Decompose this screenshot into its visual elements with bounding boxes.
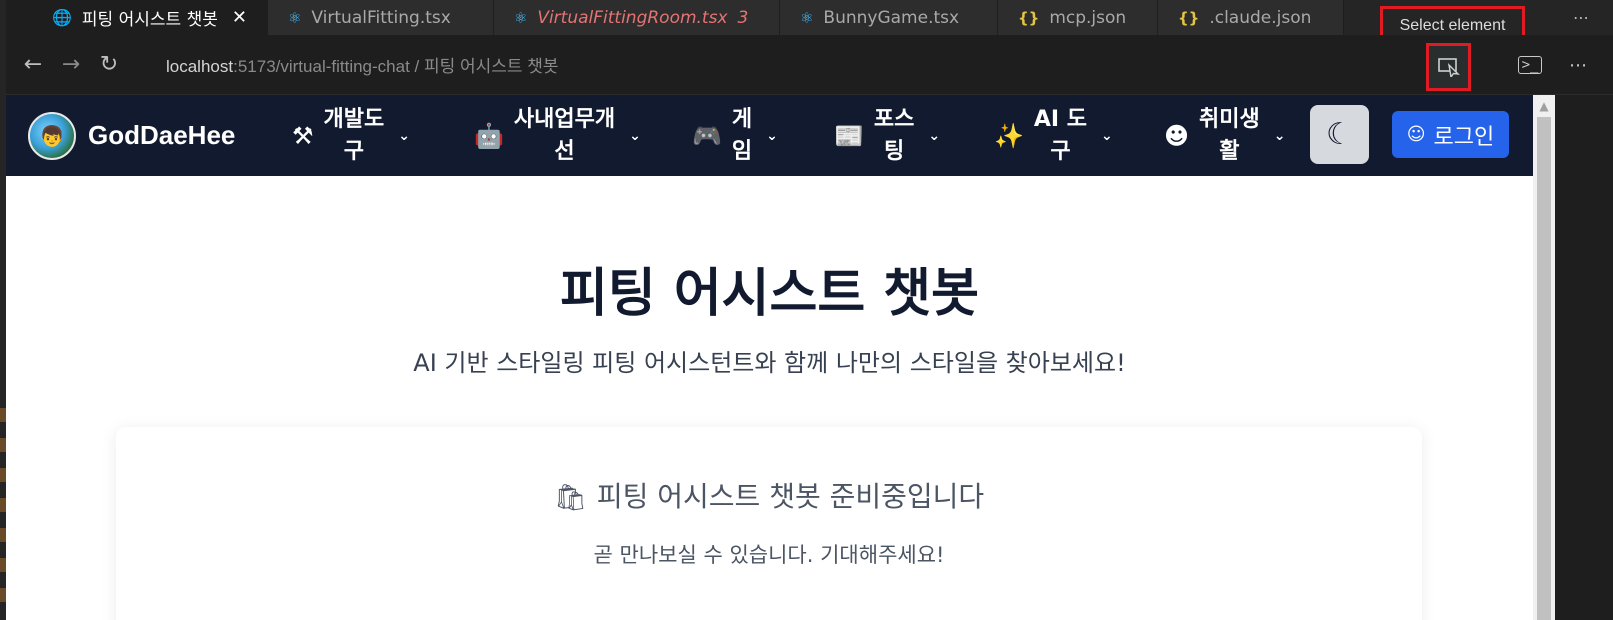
url-host: localhost (166, 57, 234, 76)
menu-label: 개발도 구 (323, 106, 385, 164)
json-icon: {} (1177, 8, 1200, 27)
avatar: 👦 (28, 111, 76, 160)
menu-work-improvement[interactable]: 🤖 사내업무개 선 ⌄ (460, 95, 678, 176)
right-gutter (1555, 95, 1613, 620)
url-page-title: 피팅 어시스트 챗봇 (423, 57, 559, 76)
login-label: 로그인 (1433, 124, 1495, 150)
forward-button[interactable]: → (52, 46, 90, 84)
chevron-down-icon: ⌄ (398, 127, 410, 144)
more-icon: ⋯ (1569, 54, 1587, 76)
more-actions-button[interactable]: ⋯ (1563, 50, 1593, 80)
url-path: :5173/virtual-fitting-chat (233, 57, 410, 76)
chevron-down-icon: ⌄ (629, 127, 641, 144)
menu-label: 취미생 활 (1199, 106, 1260, 164)
tab-bunny-game[interactable]: ⚛ BunnyGame.tsx (779, 0, 998, 35)
tab-mcp-json[interactable]: {} mcp.json (997, 0, 1158, 35)
terminal-icon: >_ (1517, 56, 1543, 74)
login-button[interactable]: ☺ 로그인 (1392, 111, 1509, 158)
magic-wand-icon: ✨ (994, 121, 1024, 150)
reload-icon: ↻ (99, 52, 119, 77)
arrow-left-icon: ← (23, 52, 43, 77)
scroll-thumb[interactable] (1537, 117, 1551, 620)
tooltip-text: Select element (1399, 17, 1506, 34)
more-icon[interactable]: ⋯ (1573, 8, 1589, 27)
menu-label: 게 임 (731, 106, 753, 164)
menu-ai-tools[interactable]: ✨ AI 도 구 ⌄ (980, 95, 1150, 176)
robot-icon: 🤖 (474, 121, 504, 150)
react-icon: ⚛ (799, 8, 814, 27)
chevron-down-icon: ⌄ (766, 127, 778, 144)
back-button[interactable]: ← (14, 46, 52, 84)
chevron-down-icon: ⌄ (1101, 127, 1113, 144)
close-icon[interactable]: ✕ (232, 7, 247, 28)
menu-label: 사내업무개 선 (513, 106, 616, 164)
terminal-button[interactable]: >_ (1515, 50, 1545, 80)
page-subtitle: AI 기반 스타일링 피팅 어시스턴트와 함께 나만의 스타일을 찾아보세요! (413, 349, 1126, 377)
editor-tab-bar: 🌐 피팅 어시스트 챗봇 ✕ ⚛ VirtualFitting.tsx ⚛ Vi… (6, 0, 1613, 35)
shopping-bag-icon: 🛍 (553, 483, 587, 513)
browser-toolbar: ← → ↻ localhost:5173/virtual-fitting-cha… (6, 35, 1613, 95)
toolbar-actions: >_ ⋯ (1467, 35, 1593, 95)
smile-icon: ☻ (1164, 121, 1190, 150)
main-menu: ⚒ 개발도 구 ⌄ 🤖 사내업무개 선 ⌄ 🎮 게 임 ⌄ 📰 포스 팅 ⌄ ✨ (278, 95, 1310, 176)
react-icon: ⚛ (287, 8, 302, 27)
brand-name: GodDaeHee (88, 120, 236, 150)
tools-icon: ⚒ (292, 121, 314, 150)
globe-icon: 🌐 (52, 8, 72, 27)
arrow-right-icon: → (61, 52, 81, 77)
chevron-down-icon: ⌄ (928, 127, 941, 144)
card-description: 곧 만나보실 수 있습니다. 기대해주세요! (593, 543, 945, 567)
select-element-icon (1437, 58, 1460, 77)
tab-label: .claude.json (1209, 7, 1312, 28)
tab-virtual-fitting[interactable]: ⚛ VirtualFitting.tsx (267, 0, 494, 35)
menu-hobbies[interactable]: ☻ 취미생 활 ⌄ (1150, 95, 1310, 176)
page-title: 피팅 어시스트 챗봇 (560, 264, 979, 324)
menu-label: 포스 팅 (873, 106, 915, 164)
chevron-down-icon: ⌄ (1273, 127, 1286, 144)
tab-label: mcp.json (1049, 7, 1127, 28)
page-scrollbar[interactable]: ▲ (1533, 95, 1555, 620)
tab-label: VirtualFitting.tsx (311, 7, 451, 28)
select-element-spacer (1467, 50, 1497, 80)
card-title-text: 피팅 어시스트 챗봇 준비중입니다 (596, 480, 985, 513)
menu-dev-tools[interactable]: ⚒ 개발도 구 ⌄ (278, 95, 460, 176)
coming-soon-card: 🛍 피팅 어시스트 챗봇 준비중입니다 곧 만나보실 수 있습니다. 기대해주세요… (116, 427, 1422, 620)
user-icon: ☺ (1406, 124, 1426, 145)
newspaper-icon: 📰 (834, 121, 864, 150)
menu-label: AI 도 구 (1033, 106, 1088, 164)
url-separator: / (409, 57, 424, 76)
theme-toggle-button[interactable]: ☾ (1310, 105, 1369, 164)
tab-fitting-chatbot[interactable]: 🌐 피팅 어시스트 챗봇 ✕ (6, 0, 268, 35)
problems-count: 3 (737, 7, 749, 28)
tab-label: 피팅 어시스트 챗봇 (81, 10, 218, 30)
site-navbar: 👦 GodDaeHee ⚒ 개발도 구 ⌄ 🤖 사내업무개 선 ⌄ 🎮 게 임 … (6, 95, 1533, 176)
brand[interactable]: 👦 GodDaeHee (28, 111, 278, 160)
tab-label: BunnyGame.tsx (823, 7, 960, 28)
reload-button[interactable]: ↻ (90, 46, 128, 84)
menu-posting[interactable]: 📰 포스 팅 ⌄ (820, 95, 980, 176)
scroll-up-icon[interactable]: ▲ (1533, 95, 1555, 117)
url-bar[interactable]: localhost:5173/virtual-fitting-chat / 피팅… (166, 52, 559, 77)
menu-games[interactable]: 🎮 게 임 ⌄ (678, 95, 820, 176)
web-page: 👦 GodDaeHee ⚒ 개발도 구 ⌄ 🤖 사내업무개 선 ⌄ 🎮 게 임 … (6, 95, 1533, 620)
gamepad-icon: 🎮 (692, 121, 722, 150)
tab-label: VirtualFittingRoom.tsx (537, 7, 728, 28)
select-element-button[interactable] (1426, 43, 1471, 91)
react-icon: ⚛ (513, 8, 528, 27)
tab-virtual-fitting-room[interactable]: ⚛ VirtualFittingRoom.tsx 3 (493, 0, 780, 35)
json-icon: {} (1017, 8, 1040, 27)
tab-claude-json[interactable]: {} .claude.json (1157, 0, 1344, 35)
moon-icon: ☾ (1326, 117, 1353, 152)
card-title: 🛍 피팅 어시스트 챗봇 준비중입니다 (116, 475, 1422, 515)
